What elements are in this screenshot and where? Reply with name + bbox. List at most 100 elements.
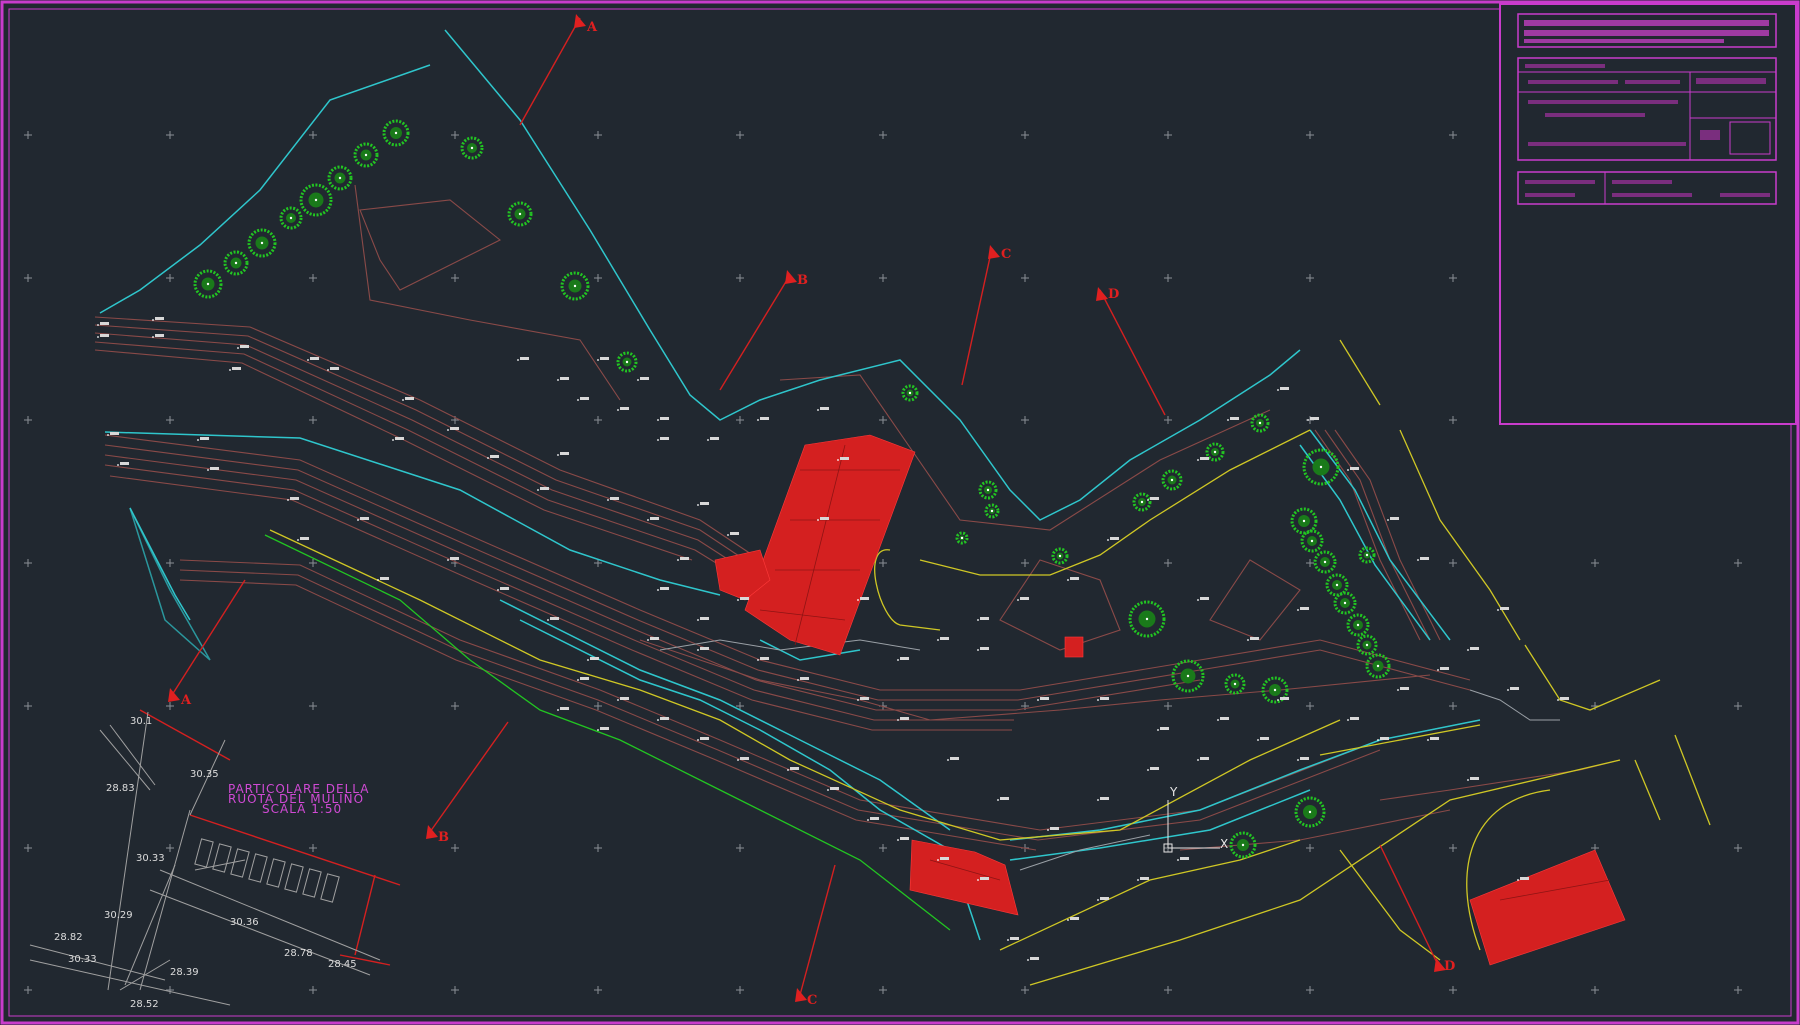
tree-symbol [978, 480, 998, 500]
spot-elevation-marker [557, 377, 569, 381]
grid-cross [1449, 274, 1457, 282]
ucs-y-label: Y [1169, 785, 1178, 799]
spot-elevation-marker [97, 334, 109, 338]
spot-elevation-marker [707, 437, 719, 441]
grid-cross [1591, 559, 1599, 567]
spot-elevation-marker [327, 367, 339, 371]
grid-cross [1449, 702, 1457, 710]
grid-cross [309, 844, 317, 852]
spot-elevation-marker [697, 502, 709, 506]
detail-elev: 30.29 [104, 910, 133, 921]
spot-elevation-marker [1297, 757, 1309, 761]
tree-symbol [1313, 550, 1337, 574]
spot-elevation-marker [1347, 717, 1359, 721]
grid-cross [879, 416, 887, 424]
tree-symbol [1205, 442, 1225, 462]
spot-elevation-marker [1277, 387, 1289, 391]
tree-symbol [1051, 547, 1069, 565]
mill-building [744, 434, 916, 656]
detail-elev: 28.39 [170, 967, 199, 978]
grid-cross [1306, 559, 1314, 567]
spot-elevation-marker [577, 397, 589, 401]
tree-symbol [193, 269, 223, 299]
spot-elevation-marker [1427, 737, 1439, 741]
grid-cross [451, 986, 459, 994]
ucs-x-label: X [1220, 837, 1228, 851]
spot-elevation-marker [197, 437, 209, 441]
grid-cross [1306, 131, 1314, 139]
tree-symbol [1290, 507, 1318, 535]
grid-cross [24, 844, 32, 852]
detail-elev: 28.83 [106, 783, 135, 794]
spot-elevation-marker [1157, 727, 1169, 731]
spot-elevation-marker [897, 837, 909, 841]
grid-cross [879, 559, 887, 567]
spot-elevation-marker [1437, 667, 1449, 671]
grid-cross [1734, 702, 1742, 710]
spot-elevation-marker [1197, 597, 1209, 601]
tree-symbol [1300, 529, 1324, 553]
detail-elev: 30.36 [230, 917, 259, 928]
title-block[interactable] [1499, 3, 1797, 425]
grid-cross [1164, 416, 1172, 424]
tree-symbol [223, 250, 249, 276]
tree-symbol [279, 206, 303, 230]
grid-cross [1306, 702, 1314, 710]
grid-cross [1306, 274, 1314, 282]
spot-elevation-marker [937, 637, 949, 641]
grid-cross [1164, 131, 1172, 139]
grid-cross [24, 131, 32, 139]
tree-symbol [247, 228, 277, 258]
small-structure [1064, 636, 1084, 658]
spot-elevation-marker [1037, 697, 1049, 701]
grid-cross [879, 844, 887, 852]
section-label-a-top: D [1108, 287, 1119, 302]
tree-symbol [507, 201, 533, 227]
spot-elevation-marker [1017, 597, 1029, 601]
tree-symbol [560, 271, 590, 301]
section-label-d-bottom: A [180, 693, 192, 708]
detail-elev: 30.35 [190, 769, 219, 780]
grid-cross [451, 274, 459, 282]
spot-elevation-marker [657, 717, 669, 721]
grid-cross [166, 844, 174, 852]
grid-cross [166, 559, 174, 567]
spot-elevation-marker [1387, 517, 1399, 521]
spot-elevation-marker [817, 407, 829, 411]
tree-symbol [299, 183, 333, 217]
grid-cross [1449, 131, 1457, 139]
tree-symbol [382, 119, 410, 147]
spot-elevation-marker [1177, 857, 1189, 861]
spot-elevation-marker [867, 817, 879, 821]
ucs-icon[interactable]: Y X [1163, 785, 1228, 853]
grid-cross [24, 702, 32, 710]
spot-elevation-marker [1497, 607, 1509, 611]
tree-symbol [460, 136, 484, 160]
spot-elevation-marker [1067, 577, 1079, 581]
spot-elevation-marker [517, 357, 529, 361]
spot-elevation-marker [1147, 767, 1159, 771]
grid-cross [309, 986, 317, 994]
spot-elevation-marker [1297, 607, 1309, 611]
spot-elevation-marker [577, 677, 589, 681]
section-label-b-top: C [1001, 247, 1011, 262]
spot-elevation-marker [1197, 457, 1209, 461]
grid-cross [736, 986, 744, 994]
spot-elevation-marker [1027, 957, 1039, 961]
spot-elevation-marker [1217, 717, 1229, 721]
coordinate-grid [24, 131, 1742, 994]
grid-cross [451, 702, 459, 710]
detail-elev: 30.33 [68, 954, 97, 965]
grid-cross [1449, 844, 1457, 852]
tree-symbol [1161, 469, 1183, 491]
cad-drawing-canvas[interactable]: A A B B C C D D Y X PARTICOLARE DELLA RU… [0, 0, 1800, 1025]
grid-cross [736, 844, 744, 852]
spot-elevation-marker [307, 357, 319, 361]
spot-elevation-marker [587, 657, 599, 661]
spot-elevation-marker [1467, 777, 1479, 781]
tree-symbol [1356, 634, 1378, 656]
grid-cross [166, 702, 174, 710]
tree-symbol [1128, 600, 1166, 638]
spot-elevation-marker [1417, 557, 1429, 561]
grid-cross [1449, 559, 1457, 567]
